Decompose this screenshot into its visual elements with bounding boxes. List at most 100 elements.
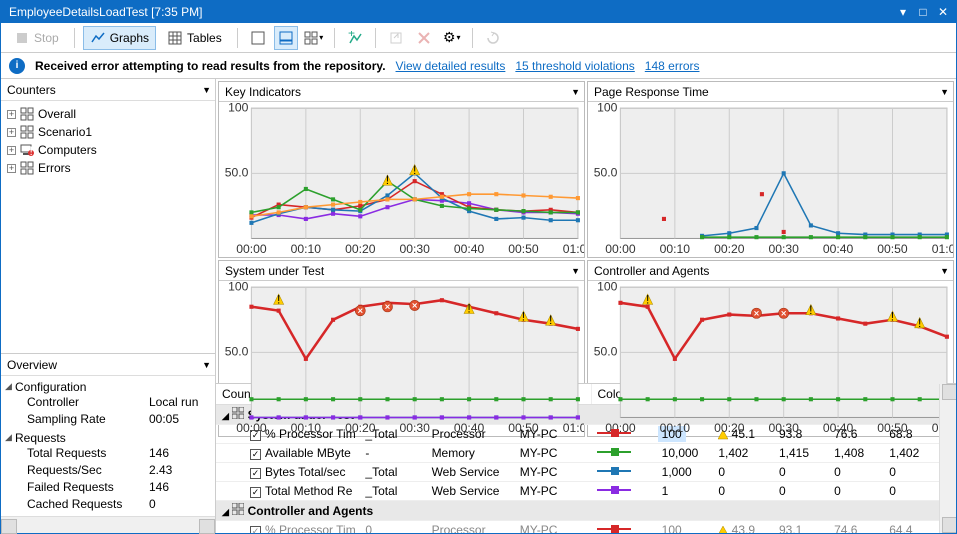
refresh-icon[interactable] [481,26,505,50]
checkbox[interactable]: ✓ [250,487,261,498]
stop-button[interactable]: Stop [7,26,66,50]
close-icon[interactable]: ✕ [934,4,952,20]
cell-instance: 0 [359,521,425,534]
delete-icon[interactable] [412,26,436,50]
counters-dropdown-icon[interactable]: ▼ [202,85,211,95]
layout-grid-icon[interactable]: ▾ [302,26,326,50]
chart-dropdown-icon[interactable]: ▼ [940,87,949,97]
svg-text:+: + [348,31,355,40]
svg-text:50.0: 50.0 [594,165,618,179]
threshold-violations-link[interactable]: 15 threshold violations [515,59,634,73]
maximize-icon[interactable]: □ [914,4,932,20]
chart-body[interactable]: 00:0000:1000:2000:3000:4000:5001:0010050… [219,281,584,436]
svg-text:00:10: 00:10 [660,421,691,435]
svg-text:00:30: 00:30 [768,242,799,256]
tree-item[interactable]: +Errors [5,159,211,177]
table-row[interactable]: ✓Available MByte - Memory MY-PC 10,000 1… [216,444,939,463]
layout-detail-icon[interactable] [274,26,298,50]
horizontal-scrollbar[interactable] [1,516,215,533]
cell-range[interactable]: 10,000 [652,444,713,463]
add-chart-icon[interactable]: + [343,26,367,50]
svg-text:01:00: 01:00 [932,242,953,256]
counters-title: Counters [7,83,56,97]
grid-icon [20,161,34,175]
overview-key: Controller [27,395,149,412]
cell-range[interactable]: 100 [652,521,713,534]
chart-title-bar[interactable]: System under Test▼ [219,261,584,281]
counters-tree: + Overall +Scenario1+!Computers+Errors [1,101,215,353]
svg-text:01:00: 01:00 [563,242,584,256]
expand-icon[interactable]: + [7,146,16,155]
chart-body[interactable]: 00:0000:1000:2000:3000:4000:5001:0010050… [219,102,584,257]
overview-row: Cached Requests0 [1,497,215,514]
table-group-row[interactable]: ◢ Controller and Agents [216,501,939,521]
graphs-button[interactable]: Graphs [83,26,156,50]
stop-label: Stop [34,31,59,45]
tree-item-label: Overall [38,107,76,121]
expand-icon[interactable]: + [7,110,16,119]
errors-link[interactable]: 148 errors [645,59,700,73]
svg-text:!: ! [809,303,812,317]
chart-dropdown-icon[interactable]: ▼ [571,87,580,97]
info-icon: i [9,58,25,74]
view-details-link[interactable]: View detailed results [396,59,506,73]
toolbar: Stop Graphs Tables ▾ + ⚙▾ [1,23,956,53]
svg-text:50.0: 50.0 [225,165,249,179]
chart-dropdown-icon[interactable]: ▼ [571,266,580,276]
expand-icon[interactable]: + [7,164,16,173]
overview-section[interactable]: ◢Configuration [1,378,215,395]
chart-title-bar[interactable]: Key Indicators▼ [219,82,584,102]
svg-text:00:10: 00:10 [291,421,322,435]
svg-text:00:40: 00:40 [454,242,485,256]
svg-text:00:50: 00:50 [877,421,908,435]
window-dropdown-icon[interactable]: ▾ [894,4,912,20]
chart-title: Controller and Agents [594,264,709,278]
overview-panel: Overview ▼ ◢ConfigurationControllerLocal… [1,353,215,533]
charts-grid: Key Indicators▼00:0000:1000:2000:3000:40… [216,79,956,383]
table-row[interactable]: ✓Bytes Total/sec _Total Web Service MY-P… [216,463,939,482]
layout-single-icon[interactable] [246,26,270,50]
chart-body[interactable]: 00:0000:1000:2000:3000:4000:5001:0010050… [588,102,953,257]
chart-dropdown-icon[interactable]: ▼ [940,266,949,276]
cell-range[interactable]: 1,000 [652,463,713,482]
chart-card: Controller and Agents ▼ 00:0000:1000:2000:… [587,260,954,437]
chart-title-bar[interactable]: Page Response Time▼ [588,82,953,102]
grid-icon [20,125,34,139]
svg-text:!: ! [30,144,33,157]
tree-item[interactable]: +Scenario1 [5,123,211,141]
chart-card: Page Response Time▼00:0000:1000:2000:300… [587,81,954,258]
chart-title-bar[interactable]: Controller and Agents ▼ [588,261,953,281]
settings-icon[interactable]: ⚙▾ [440,26,464,50]
chart-body[interactable]: 00:0000:1000:2000:3000:4000:5001:0010050… [588,281,953,436]
checkbox[interactable]: ✓ [250,526,261,533]
overview-section[interactable]: ◢Requests [1,429,215,446]
overview-row: Failed Requests146 [1,480,215,497]
cell-category: Web Service [426,482,514,501]
svg-text:50.0: 50.0 [225,344,249,358]
vertical-scrollbar[interactable] [939,384,956,533]
overview-row: Requests/Sec2.43 [1,463,215,480]
tree-item[interactable]: + Overall [5,105,211,123]
checkbox[interactable]: ✓ [250,468,261,479]
overview-row: ControllerLocal run [1,395,215,412]
overview-dropdown-icon[interactable]: ▼ [202,360,211,370]
svg-text:!: ! [522,309,525,323]
tree-item[interactable]: +!Computers [5,141,211,159]
cell-min: 43.9 [712,521,773,534]
table-row[interactable]: ✓% Processor Tim 0 Processor MY-PC 100 4… [216,521,939,534]
svg-text:100: 100 [597,102,617,114]
svg-text:00:50: 00:50 [508,242,539,256]
svg-text:00:20: 00:20 [345,242,376,256]
caret-down-icon: ◢ [5,432,15,443]
table-row[interactable]: ✓Total Method Re _Total Web Service MY-P… [216,482,939,501]
export-icon[interactable] [384,26,408,50]
checkbox[interactable]: ✓ [250,449,261,460]
overview-row: Sampling Rate00:05 [1,412,215,429]
cell-avg: 1,408 [828,444,883,463]
expand-icon[interactable]: + [7,128,16,137]
counter-name: Total Method Re [265,484,352,498]
svg-text:!: ! [413,163,416,177]
cell-range[interactable]: 1 [652,482,713,501]
svg-text:00:00: 00:00 [236,421,267,435]
tables-button[interactable]: Tables [160,26,229,50]
